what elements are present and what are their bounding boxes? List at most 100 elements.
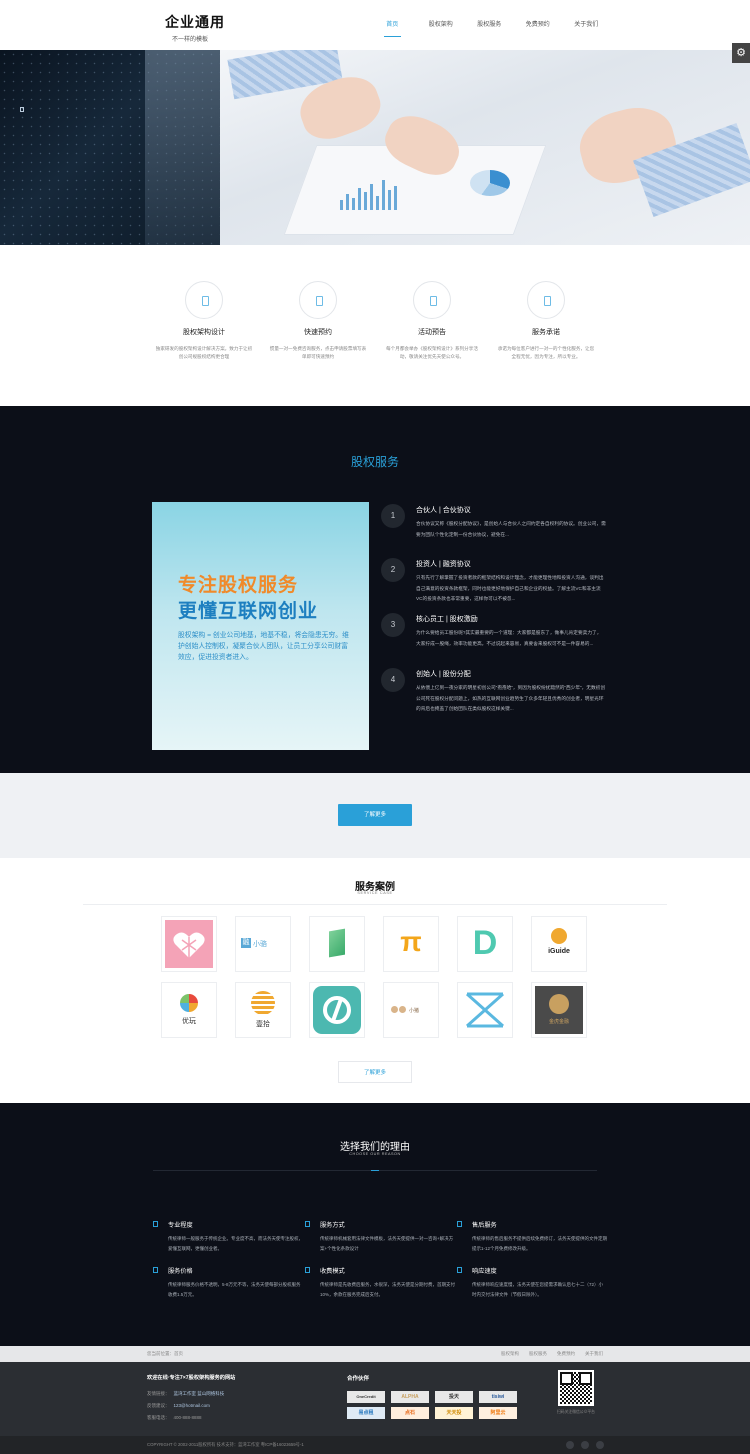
nav-item-equity-service[interactable]: 股权服务 — [465, 0, 514, 50]
page: 企业通用 不一样的模板 首页 股权架构 股权服务 免费预约 关于我们 ⚙ 股权架… — [0, 0, 750, 1454]
partner-logo[interactable]: tisiwi — [479, 1391, 517, 1403]
iguide-logo: iGuide — [535, 920, 583, 968]
phone-icon — [299, 281, 337, 319]
nav-item-about[interactable]: 关于我们 — [562, 0, 611, 50]
case-logo[interactable]: π — [383, 916, 439, 972]
more-band: 了解更多 — [0, 773, 750, 858]
reason-desc: 传统律师是先收费后服务，水很深，法务天使是分期付费，首期支付10%，余款在服务完… — [320, 1282, 455, 1297]
feature-desc: 每个月都会举办《股权架构设计》系列分享活动，敬请关注优先天使公众号。 — [386, 346, 478, 359]
reason-title: 服务价格 — [168, 1268, 193, 1275]
poster-subheadline: 更懂互联网创业 — [178, 601, 319, 622]
doc-icon — [305, 1221, 310, 1227]
case-logo[interactable]: 融 小骆 — [235, 916, 291, 972]
reason-desc: 传统律师的售后服务不提供后续免费修订，法务天使提供的文件定期提示1-12个月免费… — [472, 1236, 607, 1251]
feature-title: 快速预约 — [304, 329, 332, 336]
heart-logo — [165, 920, 213, 968]
reason-title: 响应速度 — [472, 1268, 497, 1275]
phone-icon — [413, 281, 451, 319]
footer-nav-link[interactable]: 股权服务 — [529, 1351, 547, 1357]
footer-row: 反馈建议： 123@hotmail.com — [147, 1403, 210, 1409]
step-number: 2 — [381, 558, 405, 582]
gear-icon[interactable]: ⚙ — [732, 43, 750, 63]
feature-title: 服务承诺 — [532, 329, 560, 336]
reason-title: 服务方式 — [320, 1222, 345, 1229]
divider — [83, 904, 667, 905]
header: 企业通用 不一样的模板 首页 股权架构 股权服务 免费预约 关于我们 — [0, 0, 750, 50]
feature-card[interactable]: 快速预约 惯量一对一免费咨询服务，点击申请股票填写表单即可快速预约 — [263, 281, 373, 361]
feature-card[interactable]: 活动预告 每个月都会举办《股权架构设计》系列分享活动，敬请关注优先天使公众号。 — [377, 281, 487, 361]
equity-item-title: 投资人 | 融资协议 — [416, 561, 471, 568]
case-logo[interactable] — [309, 982, 365, 1038]
breadcrumb[interactable]: 您当前位置：首页 — [147, 1351, 183, 1357]
features-section: 股权架构设计 独家研发的股权架构设计解决方案。致力于让初创公司规股权结构更合理 … — [0, 245, 750, 406]
youwan-logo: 优玩 — [165, 986, 213, 1034]
case-logo[interactable]: iGuide — [531, 916, 587, 972]
feature-desc: 独家研发的股权架构设计解决方案。致力于让初创公司规股权结构更合理 — [155, 346, 253, 359]
nav-item-booking[interactable]: 免费预约 — [514, 0, 563, 50]
footer-nav-link[interactable]: 免费预约 — [557, 1351, 575, 1357]
phone-icon — [185, 281, 223, 319]
nav-item-home[interactable]: 首页 — [368, 0, 417, 50]
equity-item-title: 创始人 | 股份分配 — [416, 671, 471, 678]
friend-links[interactable]: 蓝湾工作室 蓝山网络科技 — [174, 1391, 225, 1396]
partner-logo[interactable]: ALPHA — [391, 1391, 429, 1403]
learn-more-button[interactable]: 了解更多 — [338, 804, 412, 826]
main-nav: 首页 股权架构 股权服务 免费预约 关于我们 — [368, 0, 611, 50]
partner-logo[interactable]: 点石 — [391, 1407, 429, 1419]
qq-icon[interactable] — [596, 1441, 604, 1449]
step-number: 3 — [381, 613, 405, 637]
feature-card[interactable]: 股权架构设计 独家研发的股权架构设计解决方案。致力于让初创公司规股权结构更合理 — [149, 281, 259, 361]
case-logo[interactable]: 壹拾 — [235, 982, 291, 1038]
weibo-icon[interactable] — [566, 1441, 574, 1449]
hero-network-image — [0, 50, 220, 245]
doc-icon — [305, 1267, 310, 1273]
qr-caption: 扫码关注微信公众平台 — [557, 1410, 595, 1414]
case-logo[interactable]: 优玩 — [161, 982, 217, 1038]
case-logo[interactable] — [161, 916, 217, 972]
phone-icon — [527, 281, 565, 319]
reason-title: 收费模式 — [320, 1268, 345, 1275]
cases-more-button[interactable]: 了解更多 — [338, 1061, 412, 1083]
reason-title: 售后服务 — [472, 1222, 497, 1229]
footer-nav-link[interactable]: 关于我们 — [585, 1351, 603, 1357]
partner-logo[interactable]: 易点租 — [347, 1407, 385, 1419]
copyright-bar: COPYRIGHT © 2002-2011股权所有 技术支持：蓝湾工作室 粤IC… — [0, 1436, 750, 1454]
footer-nav-link[interactable]: 股权架构 — [501, 1351, 519, 1357]
nav-item-equity-structure[interactable]: 股权架构 — [417, 0, 466, 50]
doc-icon — [457, 1267, 462, 1273]
case-logo[interactable]: 金虎金融 — [531, 982, 587, 1038]
footer-title: 欢迎在线·专注7×7股权架构服务的网站 — [147, 1375, 236, 1381]
case-logo[interactable]: 小猪 — [383, 982, 439, 1038]
case-logo[interactable] — [457, 982, 513, 1038]
partner-logo[interactable]: 阿里云 — [479, 1407, 517, 1419]
doc-icon — [153, 1267, 158, 1273]
equity-poster-image: 专注股权服务 更懂互联网创业 股权架构 = 创业公司地基，地基不稳，将会隐患无穷… — [152, 502, 369, 750]
logo-title[interactable]: 企业通用 — [165, 12, 225, 32]
equity-item-title: 核心员工 | 股权激励 — [416, 616, 478, 623]
partner-logo[interactable]: 天天投 — [435, 1407, 473, 1419]
poster-text: 股权架构 = 创业公司地基，地基不稳，将会隐患无穷。维护创始人控制权，凝聚合伙人… — [178, 632, 349, 661]
reason-desc: 传统律师机械套用法律文件模板，法务天使提供一对一咨询+解决方案+个性化条款设计 — [320, 1236, 454, 1251]
reason-desc: 传统律师一般服务于传统企业。专业度不高，而法务天使专注股权，爱懂互联网，更懂创业… — [168, 1236, 303, 1251]
hero-banner[interactable] — [0, 50, 750, 245]
partner-logo[interactable]: 投天 — [435, 1391, 473, 1403]
step-number: 1 — [381, 504, 405, 528]
partner-logo[interactable]: OneCredit — [347, 1391, 385, 1403]
hero-pie-graphic — [470, 170, 510, 196]
feedback-email[interactable]: 123@hotmail.com — [174, 1403, 210, 1408]
footer-breadcrumb-bar: 您当前位置：首页 股权架构 股权服务 免费预约 关于我们 — [0, 1346, 750, 1362]
feature-card[interactable]: 服务承诺 承诺为每位客户进行一对一的个性化服务，让您全程无忧，因为专注，所以专业… — [491, 281, 601, 361]
equity-service-section: 股权服务 专注股权服务 更懂互联网创业 股权架构 = 创业公司地基，地基不稳，将… — [0, 406, 750, 773]
x-logo — [461, 986, 509, 1034]
service-phone: 400-888-8888 — [173, 1415, 202, 1420]
equity-item-desc: 只有先行了解掌握了投资者款的框架结构和设计理念，才能更理性地和投资人沟通，谈判出… — [416, 575, 604, 601]
xiaozhu-logo: 小猪 — [387, 986, 435, 1034]
footer: 欢迎在线·专注7×7股权架构服务的网站 友情链接： 蓝湾工作室 蓝山网络科技 反馈… — [0, 1362, 750, 1436]
case-logo[interactable] — [309, 916, 365, 972]
partners-title: 合作伙伴 — [347, 1376, 370, 1382]
d-logo: D — [472, 924, 498, 962]
doc-icon — [457, 1221, 462, 1227]
case-logo[interactable]: D — [457, 916, 513, 972]
equity-item-desc: 合伙协议又称《股权分配协议》，是创始人与合伙人之间约定各自权利的协议。创业公司，… — [416, 521, 606, 537]
wechat-icon[interactable] — [581, 1441, 589, 1449]
